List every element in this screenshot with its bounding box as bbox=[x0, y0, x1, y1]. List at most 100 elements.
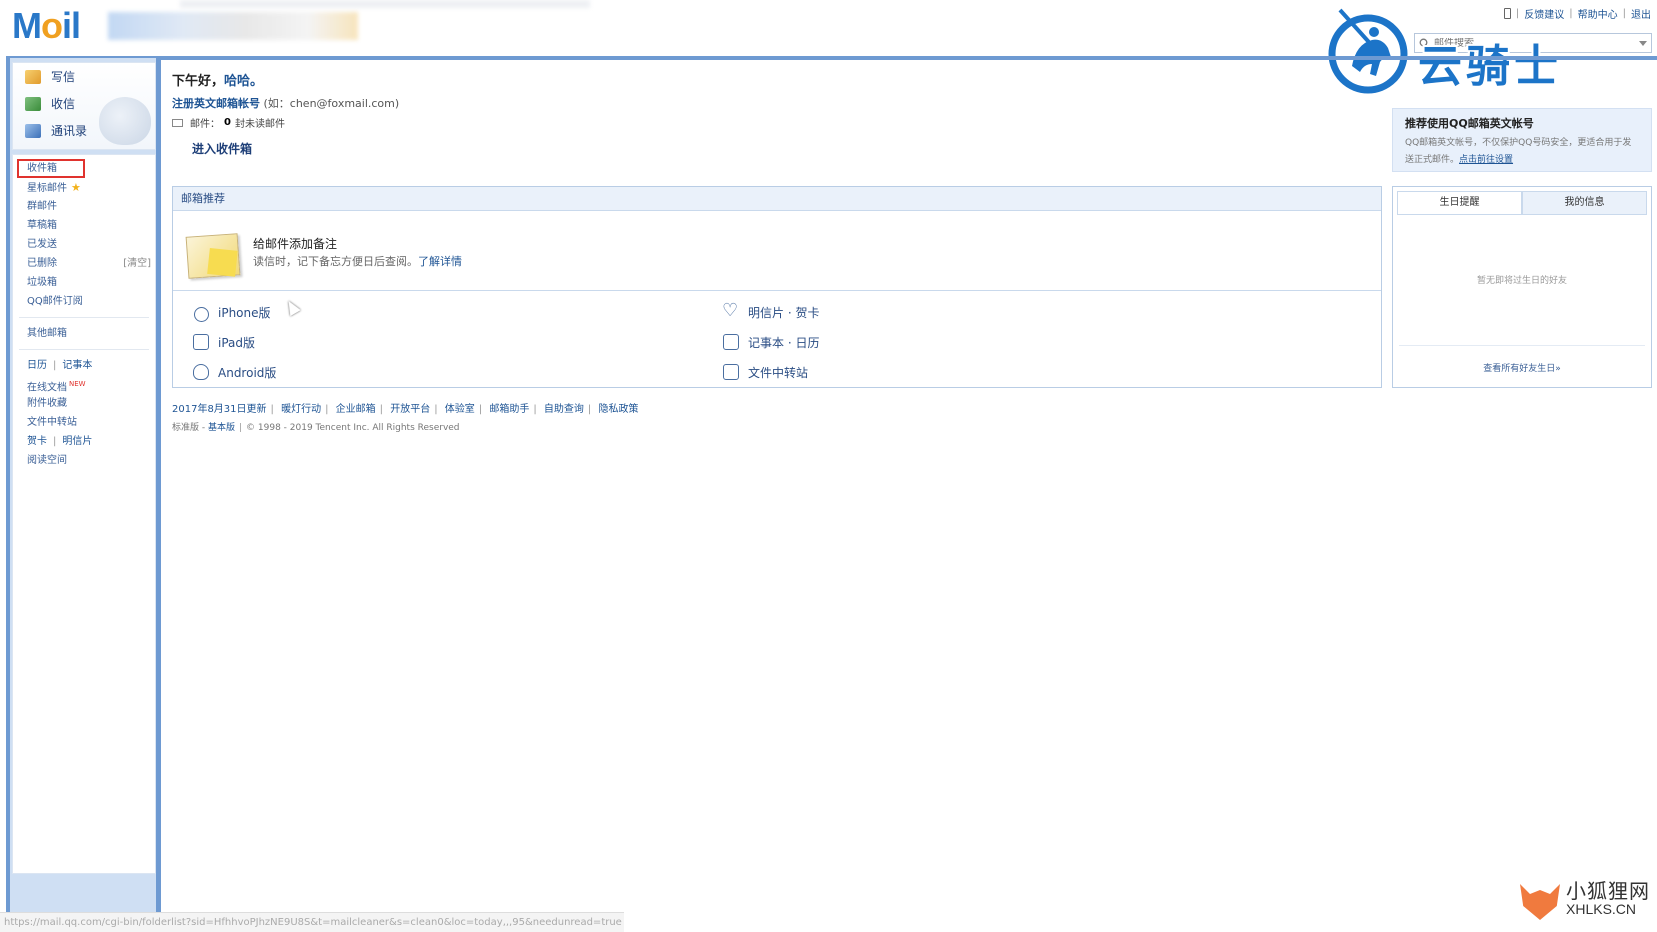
contacts-label: 通讯录 bbox=[51, 124, 88, 138]
footer-update-link[interactable]: 2017年8月31日更新 bbox=[172, 404, 267, 415]
footer-assistant-link[interactable]: 邮箱助手 bbox=[489, 404, 529, 415]
folder-starred[interactable]: 星标邮件 ★ bbox=[13, 178, 155, 197]
user-name[interactable]: 哈哈。 bbox=[224, 74, 263, 89]
sticky-note-icon bbox=[185, 233, 241, 279]
app-label: Android版 bbox=[218, 365, 277, 380]
promo-settings-link[interactable]: 点击前往设置 bbox=[1459, 155, 1513, 165]
logout-link[interactable]: 退出 bbox=[1631, 6, 1651, 21]
postcard-card-link[interactable]: 明信片 · 贺卡 bbox=[722, 299, 1253, 325]
register-english-account-link[interactable]: 注册英文邮箱帐号 bbox=[172, 97, 260, 110]
watermark-text: 云骑士 bbox=[1418, 41, 1562, 92]
other-mailbox-label: 其他邮箱 bbox=[27, 328, 67, 339]
reading-space-link[interactable]: 阅读空间 bbox=[13, 451, 155, 470]
app-label: 明信片 · 贺卡 bbox=[748, 305, 820, 320]
folder-inbox[interactable]: 收件箱 bbox=[17, 159, 85, 178]
app-label: 记事本 · 日历 bbox=[748, 335, 820, 350]
promo-desc: QQ邮箱英文帐号，不仅保护QQ号码安全，更适合用于发送正式邮件。点击前往设置 bbox=[1405, 135, 1639, 169]
top-links: | 反馈建议 | 帮助中心 | 退出 bbox=[1503, 6, 1651, 21]
learn-more-link[interactable]: 了解详情 bbox=[418, 255, 462, 268]
mailbox-recommend-panel: 邮箱推荐 给邮件添加备注 读信时，记下备忘方便日后查阅。了解详情 iPhone版… bbox=[172, 186, 1382, 388]
app-label: 文件中转站 bbox=[748, 365, 809, 380]
penguin-mascot-icon bbox=[99, 97, 151, 145]
logo-letter-m: M bbox=[12, 5, 42, 46]
online-docs-label: 在线文档 bbox=[27, 382, 67, 394]
birthday-tabs: 生日提醒 我的信息 bbox=[1397, 191, 1647, 215]
unread-suffix: 封未读邮件 bbox=[234, 119, 285, 130]
basic-version-link[interactable]: 基本版 bbox=[208, 423, 235, 433]
version-prefix: 标准版 - bbox=[172, 423, 208, 433]
fox-watermark-text: 小狐狸网 XHLKS.CN bbox=[1566, 879, 1650, 918]
app-label: iPhone版 bbox=[218, 305, 271, 320]
footer-warmlight-link[interactable]: 暖灯行动 bbox=[281, 404, 321, 415]
folder-label: 已发送 bbox=[27, 239, 57, 250]
enter-inbox-link[interactable]: 进入收件箱 bbox=[192, 140, 1382, 157]
folder-list: 收件箱 星标邮件 ★ 群邮件 草稿箱 已发送 已删除 [清空] 垃圾箱 QQ邮件订阅… bbox=[12, 154, 156, 874]
footer-version-row: 标准版 - 基本版 | © 1998 - 2019 Tencent Inc. All… bbox=[172, 423, 460, 433]
promo-desc-text: QQ邮箱英文帐号，不仅保护QQ号码安全，更适合用于发送正式邮件。 bbox=[1405, 138, 1632, 165]
tab-birthday-reminder[interactable]: 生日提醒 bbox=[1397, 191, 1522, 214]
welcome-area: 下午好，哈哈。 注册英文邮箱帐号 (如：chen@foxmail.com) 邮件… bbox=[172, 70, 1382, 157]
note-title: 给邮件添加备注 bbox=[253, 237, 338, 251]
attachments-link[interactable]: 附件收藏 bbox=[13, 394, 155, 413]
view-all-birthdays-link[interactable]: 查看所有好友生日» bbox=[1393, 361, 1651, 374]
chevron-down-icon[interactable] bbox=[1639, 41, 1647, 46]
folder-label: 垃圾箱 bbox=[27, 277, 57, 288]
help-link[interactable]: 帮助中心 bbox=[1578, 6, 1618, 21]
contacts-icon bbox=[25, 123, 41, 138]
postcard-link[interactable]: 明信片 bbox=[62, 436, 92, 447]
greeting-prefix: 下午好， bbox=[172, 74, 225, 89]
calendar-link[interactable]: 日历 bbox=[27, 360, 47, 371]
note-feature-row: 给邮件添加备注 读信时，记下备忘方便日后查阅。了解详情 bbox=[173, 211, 1381, 291]
folder-deleted[interactable]: 已删除 [清空] bbox=[13, 254, 155, 273]
panel-header: 邮箱推荐 bbox=[173, 187, 1381, 211]
envelope-icon bbox=[172, 118, 183, 127]
phone-icon[interactable] bbox=[1503, 8, 1511, 19]
greeting: 下午好，哈哈。 bbox=[172, 70, 1382, 89]
folder-label: 群邮件 bbox=[27, 201, 57, 212]
receive-label: 收信 bbox=[51, 97, 76, 111]
file-transfer-label: 文件中转站 bbox=[27, 417, 77, 428]
attachments-label: 附件收藏 bbox=[27, 398, 67, 409]
note-desc: 读信时，记下备忘方便日后查阅。了解详情 bbox=[253, 253, 462, 269]
star-icon: ★ bbox=[71, 181, 81, 194]
tab-my-info[interactable]: 我的信息 bbox=[1522, 191, 1647, 214]
footer-self-service-link[interactable]: 自助查询 bbox=[544, 404, 584, 415]
heart-icon bbox=[722, 300, 739, 321]
promo-title: 推荐使用QQ邮箱英文帐号 bbox=[1405, 117, 1534, 130]
iphone-app-link[interactable]: iPhone版 bbox=[193, 299, 723, 325]
file-transfer-link[interactable]: 文件中转站 bbox=[13, 413, 155, 432]
notebook-calendar-link[interactable]: 记事本 · 日历 bbox=[723, 329, 1253, 355]
reading-space-label: 阅读空间 bbox=[27, 455, 67, 466]
other-mailbox-link[interactable]: 其他邮箱 bbox=[13, 324, 155, 343]
folder-qq-subscription[interactable]: QQ邮件订阅 bbox=[13, 292, 155, 311]
footer-enterprise-link[interactable]: 企业邮箱 bbox=[336, 404, 376, 415]
footer-privacy-link[interactable]: 隐私政策 bbox=[598, 404, 638, 415]
footer-open-platform-link[interactable]: 开放平台 bbox=[390, 404, 430, 415]
footer-lab-link[interactable]: 体验室 bbox=[445, 404, 475, 415]
mail-logo[interactable]: Mo il bbox=[12, 5, 81, 46]
app-links: iPhone版 明信片 · 贺卡 iPad版 记事本 · 日历 Android版… bbox=[173, 291, 1381, 385]
folder-spam[interactable]: 垃圾箱 bbox=[13, 273, 155, 292]
online-docs-link[interactable]: 在线文档 NEW bbox=[13, 375, 155, 394]
file-transfer-app-link[interactable]: 文件中转站 bbox=[723, 359, 1253, 385]
calendar-icon bbox=[723, 334, 739, 350]
notebook-link[interactable]: 记事本 bbox=[62, 360, 92, 371]
ipad-app-link[interactable]: iPad版 bbox=[193, 329, 723, 355]
fox-watermark-cn: 小狐狸网 bbox=[1566, 879, 1650, 903]
quick-actions: 写信 收信 通讯录 bbox=[12, 62, 156, 150]
empty-trash-link[interactable]: [清空] bbox=[123, 254, 151, 273]
divider bbox=[1399, 345, 1645, 346]
feedback-link[interactable]: 反馈建议 bbox=[1524, 6, 1564, 21]
folder-sent[interactable]: 已发送 bbox=[13, 235, 155, 254]
folder-drafts[interactable]: 草稿箱 bbox=[13, 216, 155, 235]
compose-button[interactable]: 写信 bbox=[13, 63, 155, 90]
greeting-card-link[interactable]: 贺卡 bbox=[27, 436, 47, 447]
unread-count: 0 bbox=[224, 117, 231, 128]
frame-top-border bbox=[6, 56, 1657, 60]
folder-group[interactable]: 群邮件 bbox=[13, 197, 155, 216]
android-app-link[interactable]: Android版 bbox=[193, 359, 723, 385]
note-desc-text: 读信时，记下备忘方便日后查阅。 bbox=[253, 255, 418, 268]
footer-links: 2017年8月31日更新 | 暖灯行动 | 企业邮箱 | 开放平台 | 体验室 | 邮箱助… bbox=[172, 404, 639, 415]
folder-label: 收件箱 bbox=[27, 163, 57, 174]
app-label: iPad版 bbox=[218, 335, 256, 350]
